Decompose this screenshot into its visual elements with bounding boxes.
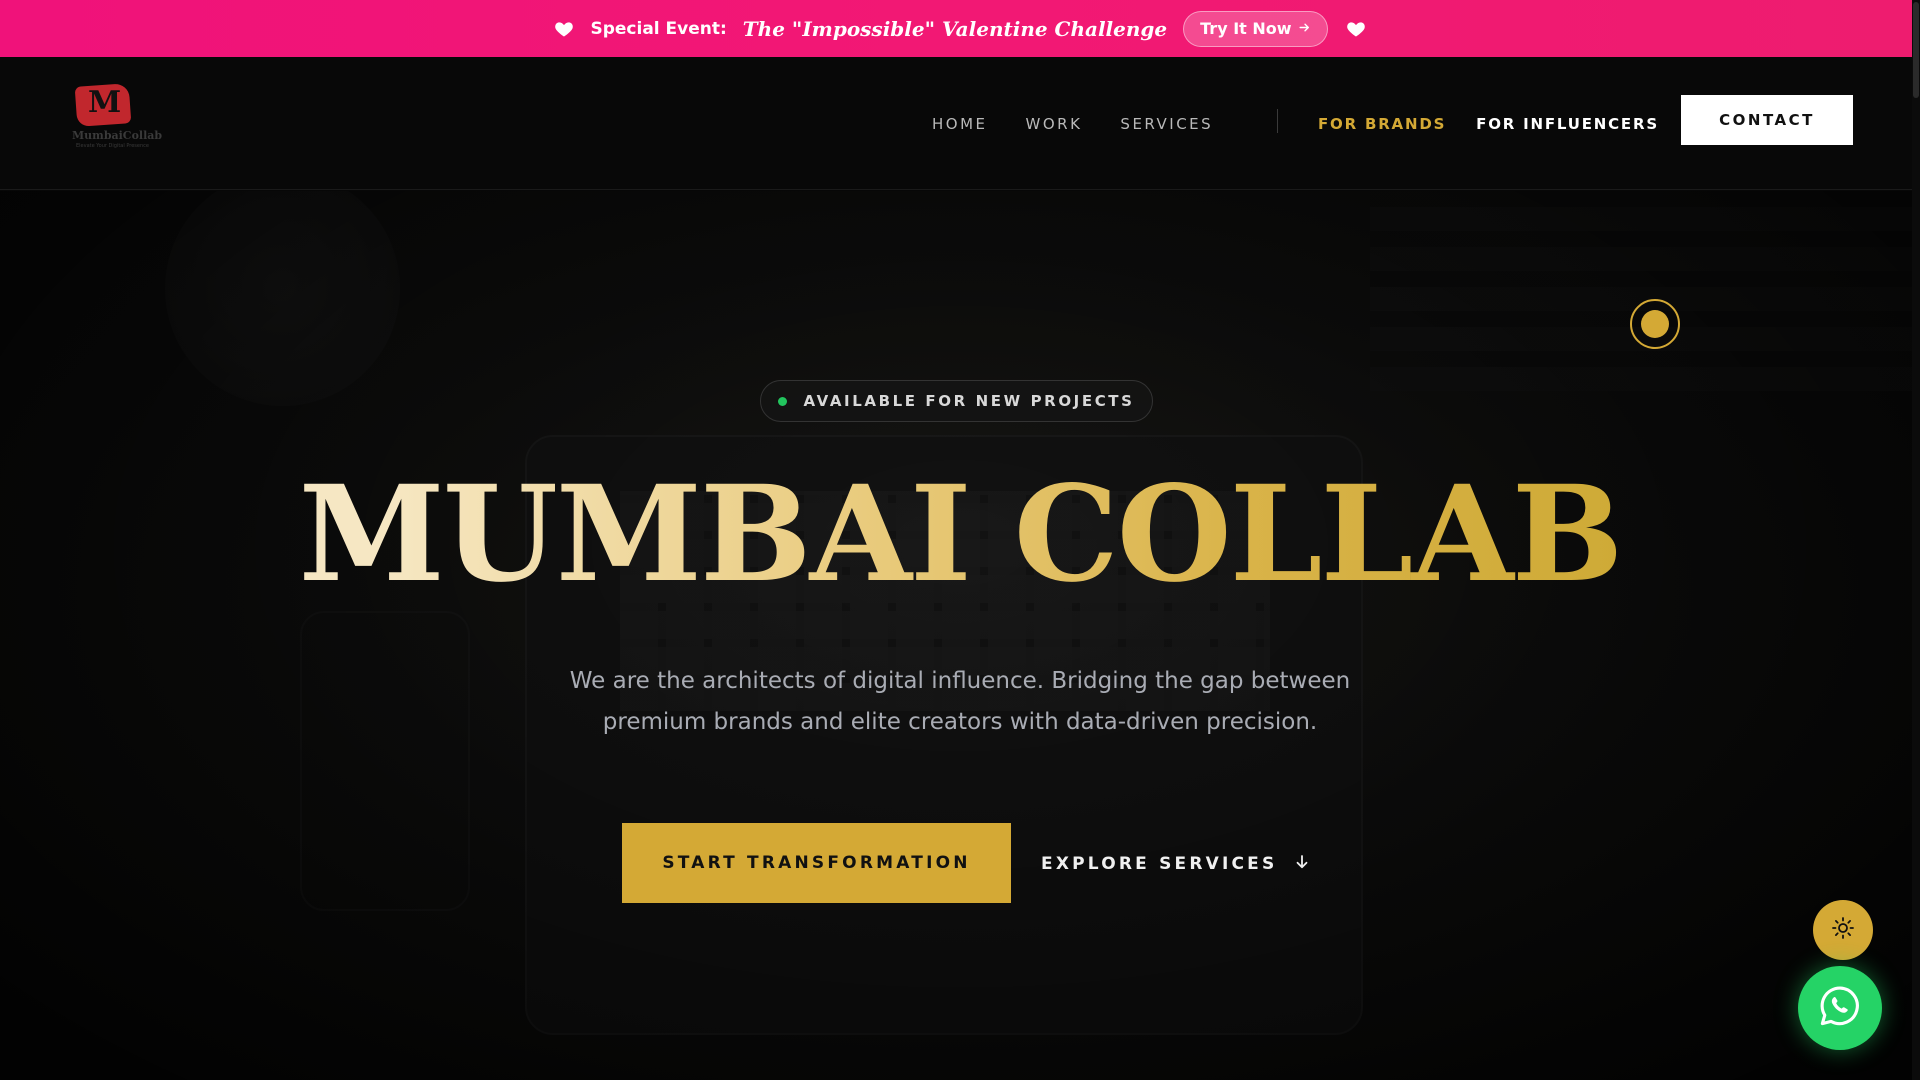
contact-button[interactable]: CONTACT [1681,95,1853,145]
logo-name: MumbaiCollab [72,129,163,142]
cursor-orb-dot [1641,310,1669,338]
status-dot-icon [778,396,788,406]
explore-services-label: EXPLORE SERVICES [1041,854,1278,874]
start-transformation-button[interactable]: START TRANSFORMATION [622,823,1011,903]
whatsapp-icon [1818,984,1862,1032]
availability-text: AVAILABLE FOR NEW PROJECTS [803,392,1135,410]
theme-toggle-button[interactable] [1813,900,1873,960]
hero-subtitle: We are the architects of digital influen… [480,661,1440,743]
availability-badge: AVAILABLE FOR NEW PROJECTS [760,380,1153,422]
brand-logo[interactable]: M MumbaiCollab Elevate Your Digital Pres… [70,83,162,157]
primary-nav: HOME WORK SERVICES [932,57,1213,190]
promo-bar: Special Event: The "Impossible" Valentin… [0,0,1920,57]
heart-icon [1346,19,1366,39]
hero-subtitle-line-2: premium brands and elite creators with d… [602,709,1318,735]
nav-divider [1277,109,1278,133]
explore-services-link[interactable]: EXPLORE SERVICES [1041,839,1311,889]
arrow-right-icon [1298,19,1311,38]
nav-services[interactable]: SERVICES [1120,115,1213,133]
audience-nav: FOR BRANDS FOR INFLUENCERS [1318,57,1659,190]
page-scrollbar[interactable] [1912,0,1920,1080]
cursor-orb [1630,299,1680,349]
arrow-down-icon [1293,853,1311,876]
nav-for-brands[interactable]: FOR BRANDS [1318,115,1446,133]
sun-icon [1831,916,1855,944]
hero-section: AVAILABLE FOR NEW PROJECTS MUMBAI COLLAB… [0,191,1920,1080]
promo-event-title: The "Impossible" Valentine Challenge [742,16,1168,41]
scrollbar-thumb[interactable] [1913,2,1919,98]
promo-label: Special Event: [590,18,727,39]
whatsapp-chat-button[interactable] [1798,966,1882,1050]
nav-work[interactable]: WORK [1026,115,1083,133]
logo-letter: M [88,85,122,120]
try-it-now-label: Try It Now [1200,19,1292,38]
logo-tagline: Elevate Your Digital Presence [76,143,149,149]
nav-for-influencers[interactable]: FOR INFLUENCERS [1476,115,1659,133]
hero-subtitle-line-1: We are the architects of digital influen… [569,668,1351,694]
heart-icon [554,19,574,39]
try-it-now-button[interactable]: Try It Now [1183,10,1328,47]
site-header: M MumbaiCollab Elevate Your Digital Pres… [0,57,1920,190]
hero-title: MUMBAI COLLAB [0,459,1920,611]
nav-home[interactable]: HOME [932,115,988,133]
